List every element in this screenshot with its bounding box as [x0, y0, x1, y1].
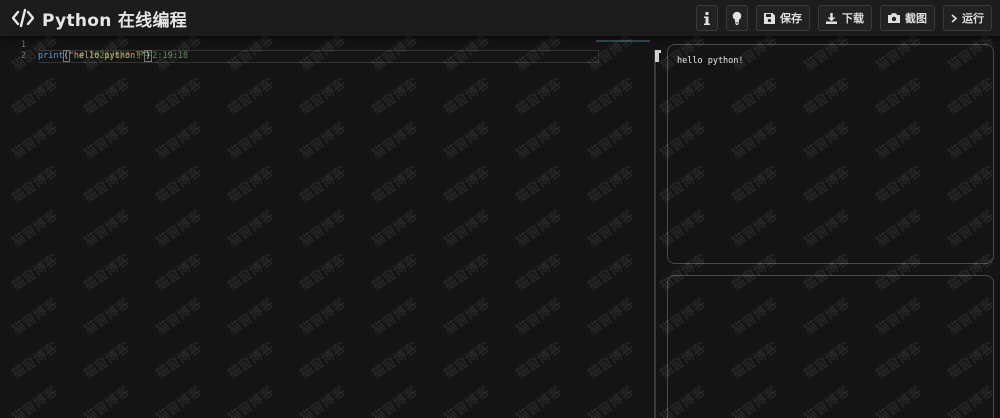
chevron-right-icon	[951, 13, 957, 23]
code-line-active[interactable]: print("hello python!")	[38, 50, 599, 63]
editor-scroll-indicator	[596, 40, 650, 42]
tip-button[interactable]	[726, 5, 748, 31]
toolbar: 保存 下载 截图 运行	[688, 4, 992, 32]
download-icon	[826, 12, 837, 24]
info-button[interactable]	[696, 5, 718, 31]
download-label: 下载	[842, 12, 864, 25]
save-label: 保存	[780, 12, 802, 25]
camera-icon	[888, 13, 900, 23]
run-button[interactable]: 运行	[943, 5, 992, 31]
line-number: 1	[20, 40, 26, 50]
code-string: "hello python!"	[68, 51, 146, 61]
save-button[interactable]: 保存	[756, 5, 810, 31]
line-number: 2	[20, 51, 26, 61]
output-panel: hello python!	[667, 44, 994, 264]
page-title: Python 在线编程	[42, 10, 188, 31]
graphics-panel	[667, 275, 994, 418]
header-bar: Python 在线编程 保存 下载 截图 运行	[0, 0, 1000, 36]
app-window: Python 在线编程 保存 下载 截图 运行 1 2 # 2021/8/8 下…	[0, 0, 1000, 418]
line-number-gutter: 1 2	[0, 40, 32, 62]
info-icon	[704, 11, 710, 25]
floppy-disk-icon	[764, 12, 775, 24]
screenshot-button[interactable]: 截图	[880, 5, 935, 31]
code-icon	[12, 7, 34, 29]
brand: Python 在线编程	[12, 4, 187, 32]
screenshot-label: 截图	[905, 12, 927, 25]
run-label: 运行	[962, 12, 984, 25]
resize-handle[interactable]	[655, 50, 661, 62]
pane-divider	[654, 50, 656, 418]
code-builtin: print	[38, 51, 64, 61]
output-text: hello python!	[677, 56, 744, 66]
code-editor[interactable]: 1 2 # 2021/8/8 下午2:19:18 print("hello py…	[0, 36, 650, 418]
code-paren-close: )	[144, 50, 152, 62]
download-button[interactable]: 下载	[818, 5, 872, 31]
code-area[interactable]: # 2021/8/8 下午2:19:18 print("hello python…	[38, 40, 599, 63]
lightbulb-icon	[732, 11, 742, 25]
